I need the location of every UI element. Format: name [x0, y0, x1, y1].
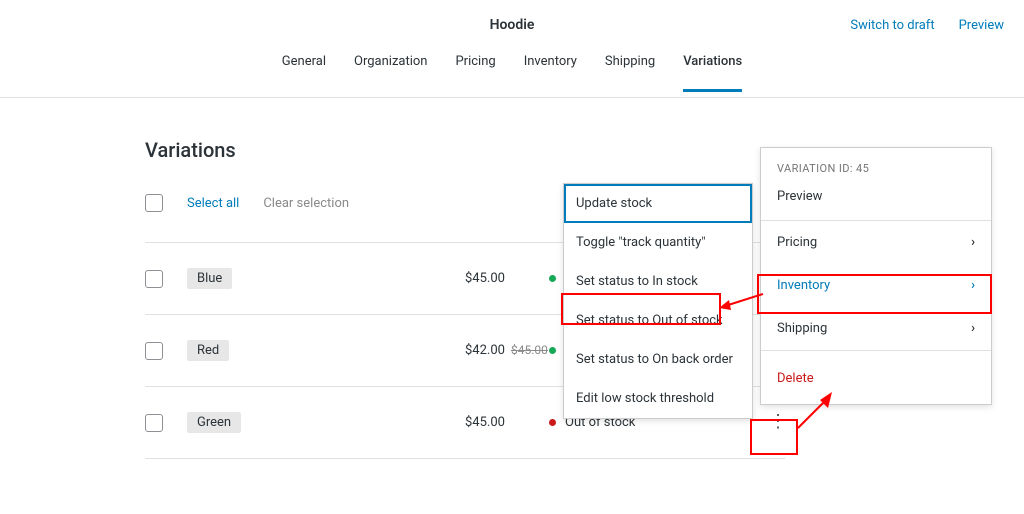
price-value: $45.00	[465, 271, 505, 286]
header-bar: Hoodie Switch to draft Preview	[0, 0, 1024, 50]
tab-variations[interactable]: Variations	[683, 54, 742, 92]
panel-shipping[interactable]: Shipping ›	[761, 307, 991, 350]
tab-inventory[interactable]: Inventory	[524, 54, 577, 89]
select-all-checkbox[interactable]	[145, 194, 163, 212]
panel-pricing[interactable]: Pricing ›	[761, 221, 991, 264]
stock-status-dot-green	[549, 347, 556, 354]
tab-general[interactable]: General	[282, 54, 326, 89]
more-actions-button[interactable]: ⋮	[767, 411, 789, 432]
menu-update-stock[interactable]: Update stock	[564, 184, 752, 223]
menu-edit-threshold[interactable]: Edit low stock threshold	[564, 379, 752, 418]
switch-to-draft-link[interactable]: Switch to draft	[850, 18, 934, 33]
variation-chip: Red	[187, 340, 229, 361]
variation-chip: Green	[187, 412, 241, 433]
panel-shipping-label: Shipping	[777, 321, 827, 336]
tab-pricing[interactable]: Pricing	[455, 54, 495, 89]
preview-link[interactable]: Preview	[959, 18, 1004, 33]
stock-actions-dropdown: Update stock Toggle "track quantity" Set…	[563, 183, 753, 419]
chevron-right-icon: ›	[971, 235, 975, 250]
select-all-link[interactable]: Select all	[187, 196, 239, 211]
row-checkbox[interactable]	[145, 342, 163, 360]
stock-status-dot-red	[549, 419, 556, 426]
price-cell: $42.00 $45.00	[465, 343, 548, 358]
header-actions: Switch to draft Preview	[850, 18, 1004, 33]
clear-selection-link[interactable]: Clear selection	[263, 196, 349, 211]
price-value: $45.00	[465, 415, 505, 430]
panel-preview[interactable]: Preview	[761, 179, 991, 221]
menu-in-stock[interactable]: Set status to In stock	[564, 262, 752, 301]
variation-panel: VARIATION ID: 45 Preview Pricing › Inven…	[760, 147, 992, 405]
price-cell: $45.00	[465, 271, 505, 286]
price-cell: $45.00	[465, 415, 505, 430]
menu-back-order[interactable]: Set status to On back order	[564, 340, 752, 379]
variation-chip: Blue	[187, 268, 232, 289]
panel-inventory-label: Inventory	[777, 278, 830, 293]
panel-inventory[interactable]: Inventory ›	[761, 264, 991, 307]
price-struck: $45.00	[511, 343, 548, 357]
variation-id-label: VARIATION ID: 45	[761, 148, 991, 179]
price-value: $42.00	[465, 343, 505, 358]
tab-organization[interactable]: Organization	[354, 54, 427, 89]
chevron-right-icon: ›	[971, 321, 975, 336]
panel-pricing-label: Pricing	[777, 235, 817, 250]
tabs-row: General Organization Pricing Inventory S…	[0, 50, 1024, 98]
page-title: Hoodie	[490, 17, 535, 33]
panel-delete[interactable]: Delete	[761, 351, 991, 404]
row-checkbox[interactable]	[145, 414, 163, 432]
menu-toggle-track[interactable]: Toggle "track quantity"	[564, 223, 752, 262]
menu-out-stock[interactable]: Set status to Out of stock	[564, 301, 752, 340]
stock-status-dot-green	[549, 275, 556, 282]
row-checkbox[interactable]	[145, 270, 163, 288]
chevron-right-icon: ›	[971, 278, 975, 293]
tab-shipping[interactable]: Shipping	[605, 54, 655, 89]
